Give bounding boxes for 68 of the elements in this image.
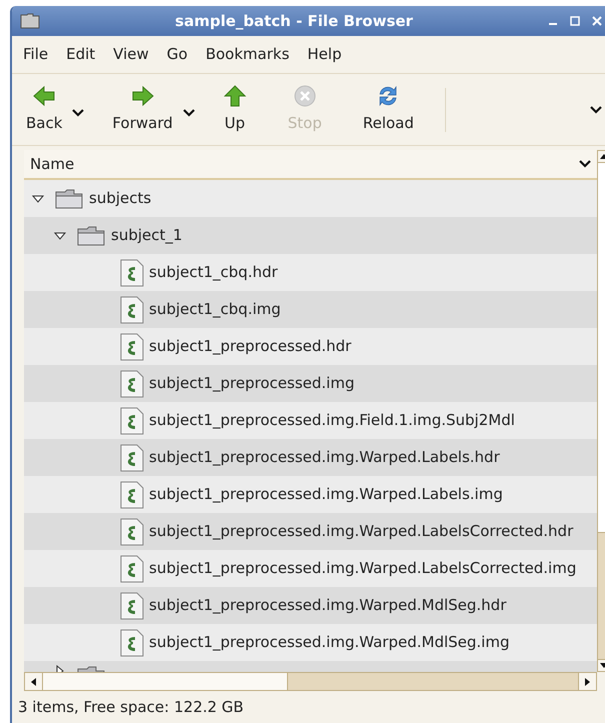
file-name: subject1_preprocessed.img.Warped.Labels.img — [149, 484, 503, 506]
file-name: subject_1 — [111, 225, 182, 246]
folder-icon — [76, 224, 106, 246]
caret-icon — [72, 108, 84, 116]
file-icon — [120, 592, 144, 620]
left-arrow-icon[interactable] — [31, 678, 36, 686]
file-icon — [120, 628, 144, 656]
file-name: subject1_preprocessed.img — [149, 373, 354, 394]
tree-row[interactable]: subject1_preprocessed.img.Field.1.img.Subj2Mdl — [24, 402, 597, 439]
file-name: subject1_preprocessed.img.Field.1.img.Subj2Mdl — [149, 410, 515, 432]
file-icon — [120, 444, 144, 472]
menu-item[interactable]: View — [106, 43, 156, 66]
file-name: subject1_preprocessed.hdr — [149, 336, 352, 358]
close-icon[interactable] — [592, 16, 602, 26]
column-header[interactable]: Name — [24, 150, 597, 180]
file-name: subject1_preprocessed.img.Warped.MdlSeg.img — [149, 632, 510, 654]
file-name: subject1_preprocessed.img.Warped.Labels.hdr — [149, 447, 500, 468]
tree-row[interactable]: subject1_preprocessed.hdr — [24, 328, 597, 365]
horizontal-scrollbar[interactable] — [24, 672, 597, 691]
file-icon — [120, 518, 144, 546]
toolbar-button[interactable]: Forward — [102, 84, 183, 135]
up-arrow-icon — [222, 84, 247, 108]
tree-row[interactable]: subject1_cbq.img — [24, 291, 597, 328]
folder-icon — [54, 188, 84, 210]
expander-icon[interactable] — [54, 230, 66, 242]
file-icon — [120, 554, 144, 582]
right-arrow-icon[interactable] — [585, 678, 590, 686]
window-title: sample_batch - File Browser — [174, 10, 414, 32]
folder-icon — [20, 13, 40, 29]
file-icon — [120, 296, 144, 324]
menu-item[interactable]: Go — [160, 43, 195, 66]
menu-item[interactable]: File — [16, 43, 56, 66]
file-icon — [120, 406, 144, 434]
forward-arrow-icon — [130, 84, 155, 108]
stop-icon — [292, 84, 317, 108]
file-icon — [120, 258, 144, 286]
tree-row[interactable]: subject1_preprocessed.img.Warped.LabelsCorrected.hdr — [24, 513, 597, 550]
toolbar-button[interactable]: Up — [212, 84, 257, 135]
file-name: subject1_preprocessed.img.Warped.LabelsCorrected.img — [149, 558, 576, 580]
file-name: subject1_cbq.img — [149, 299, 281, 320]
tree-row[interactable]: subject_1 — [24, 217, 597, 254]
expander-icon[interactable] — [32, 192, 44, 204]
tree-row[interactable]: subject1_preprocessed.img.Warped.LabelsCorrected.img — [24, 550, 597, 587]
file-name: subject1_preprocessed.img.Warped.LabelsCorrected.hdr — [149, 521, 574, 542]
caret-icon — [182, 108, 195, 116]
tree-row[interactable]: subject1_preprocessed.img.Warped.Labels.img — [24, 476, 597, 513]
tree-row[interactable]: subject1_preprocessed.img.Warped.MdlSeg.hdr — [24, 587, 597, 624]
menu-item[interactable]: Edit — [59, 43, 102, 66]
caret-icon — [590, 106, 602, 114]
tree-row[interactable]: subject1_preprocessed.img.Warped.MdlSeg.img — [24, 624, 597, 661]
tree-row[interactable]: subjects — [24, 180, 597, 217]
menu-item[interactable]: Help — [300, 43, 349, 66]
tree-row[interactable]: subject1_preprocessed.img.Warped.Labels.hdr — [24, 439, 597, 476]
file-name: subject1_cbq.hdr — [149, 262, 278, 284]
back-arrow-icon — [32, 84, 56, 108]
tree-row[interactable]: subject1_preprocessed.img — [24, 365, 597, 402]
file-icon — [120, 370, 144, 398]
file-icon — [120, 332, 144, 360]
toolbar-button[interactable]: Reload — [352, 84, 424, 135]
status-text: 3 items, Free space: 122.2 GB — [18, 696, 244, 718]
caret-icon — [579, 160, 591, 168]
file-name: subjects — [89, 188, 152, 210]
tree-row[interactable]: subject1_cbq.hdr — [24, 254, 597, 291]
toolbar-button[interactable]: Back — [16, 84, 72, 135]
menu-item[interactable]: Bookmarks — [198, 43, 296, 66]
file-icon — [120, 480, 144, 508]
maximize-icon[interactable] — [570, 16, 580, 26]
file-name: subject1_preprocessed.img.Warped.MdlSeg.hdr — [149, 595, 506, 616]
